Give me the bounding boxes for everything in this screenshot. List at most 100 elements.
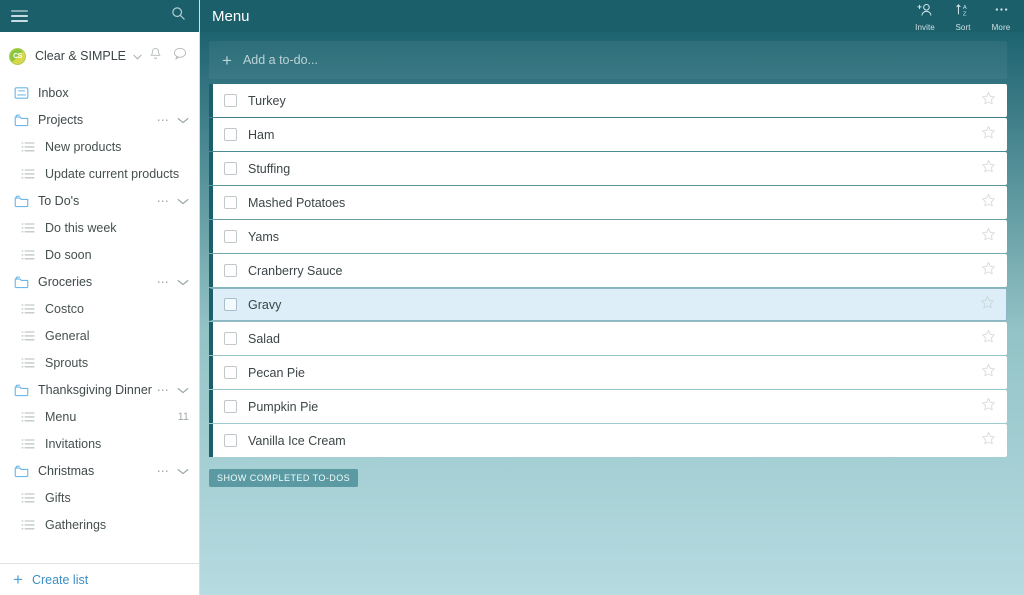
star-icon[interactable] [981,329,996,349]
star-icon[interactable] [981,227,996,247]
sidebar-item-gatherings[interactable]: Gatherings [0,511,199,538]
todo-row[interactable]: Gravy [209,288,1007,321]
show-completed-section: SHOW COMPLETED TO-DOS [200,458,1024,487]
sidebar-item-costco[interactable]: Costco [0,295,199,322]
todo-checkbox[interactable] [224,128,237,141]
folder-icon [13,382,29,398]
account-switcher[interactable]: CS Clear & SIMPLE [0,41,199,71]
sidebar-item-label: Sprouts [45,355,89,370]
ellipsis-icon[interactable]: ⋯ [157,195,170,207]
ellipsis-icon[interactable]: ⋯ [157,276,170,288]
sidebar-item-general[interactable]: General [0,322,199,349]
add-person-icon [916,3,934,22]
list-icon [20,517,36,533]
sidebar-item-gifts[interactable]: Gifts [0,484,199,511]
ellipsis-icon[interactable]: ⋯ [157,114,170,126]
sidebar-item-invitations[interactable]: Invitations [0,430,199,457]
sidebar-header [0,0,199,32]
todo-row[interactable]: Mashed Potatoes [209,186,1007,219]
sidebar: CS Clear & SIMPLE Inbox Projects ⋯ New p… [0,0,200,595]
todo-checkbox[interactable] [224,196,237,209]
star-icon[interactable] [981,125,996,145]
sidebar-item-label: Gatherings [45,517,107,532]
sidebar-item-menu[interactable]: Menu 11 [0,403,199,430]
sidebar-item-sprouts[interactable]: Sprouts [0,349,199,376]
sort-button[interactable]: AZ Sort [944,1,982,32]
main-panel: Menu Invite AZ Sort More + Add a to-do..… [200,0,1024,595]
star-icon[interactable] [981,363,996,383]
invite-button[interactable]: Invite [906,1,944,32]
star-icon[interactable] [981,159,996,179]
chevron-down-icon[interactable] [177,111,189,129]
create-list-button[interactable]: + Create list [0,563,199,595]
todo-row[interactable]: Cranberry Sauce [209,254,1007,287]
avatar: CS [9,47,26,65]
todo-row[interactable]: Turkey [209,84,1007,117]
sidebar-item-inbox[interactable]: Inbox [0,79,199,106]
sidebar-item-label: General [45,328,90,343]
chat-bubble-icon[interactable] [173,47,187,65]
todo-checkbox[interactable] [224,162,237,175]
more-label: More [991,22,1011,32]
todo-row[interactable]: Pumpkin Pie [209,390,1007,423]
sidebar-item-label: Update current products [45,166,180,181]
todo-label: Stuffing [248,161,291,176]
hamburger-icon[interactable] [11,10,28,22]
folder-icon [13,463,29,479]
sidebar-item-label: Do this week [45,220,117,235]
ellipsis-icon[interactable]: ⋯ [157,465,170,477]
sidebar-item-new-products[interactable]: New products [0,133,199,160]
todo-checkbox[interactable] [224,434,237,447]
todo-row[interactable]: Yams [209,220,1007,253]
add-todo-section: + Add a to-do... [200,32,1024,79]
sidebar-item-label: Do soon [45,247,92,262]
sidebar-group-groceries[interactable]: Groceries ⋯ [0,268,199,295]
sidebar-group-christmas[interactable]: Christmas ⋯ [0,457,199,484]
sidebar-item-do-this-week[interactable]: Do this week [0,214,199,241]
chevron-down-icon[interactable] [177,462,189,480]
todo-checkbox[interactable] [224,366,237,379]
star-icon[interactable] [981,431,996,451]
sidebar-item-update-current-products[interactable]: Update current products [0,160,199,187]
star-icon[interactable] [981,261,996,281]
star-icon[interactable] [980,295,995,315]
sidebar-group-label: Projects [38,112,84,127]
sidebar-group-thanksgiving-dinner[interactable]: Thanksgiving Dinner ⋯ [0,376,199,403]
todo-checkbox[interactable] [224,230,237,243]
sidebar-group-projects[interactable]: Projects ⋯ [0,106,199,133]
chevron-down-icon[interactable] [133,47,142,65]
todo-checkbox[interactable] [224,298,237,311]
todo-checkbox[interactable] [224,264,237,277]
bell-icon[interactable] [149,47,162,66]
sidebar-item-label: Costco [45,301,84,316]
ellipsis-icon[interactable]: ⋯ [157,384,170,396]
chevron-down-icon[interactable] [177,381,189,399]
list-icon [20,301,36,317]
chevron-down-icon[interactable] [177,192,189,210]
star-icon[interactable] [981,193,996,213]
todo-row[interactable]: Stuffing [209,152,1007,185]
list-icon [20,355,36,371]
todo-row[interactable]: Vanilla Ice Cream [209,424,1007,457]
plus-icon: + [222,50,232,70]
todo-checkbox[interactable] [224,332,237,345]
search-icon[interactable] [171,6,186,26]
todo-row[interactable]: Salad [209,322,1007,355]
add-todo-input[interactable]: + Add a to-do... [209,41,1007,79]
star-icon[interactable] [981,91,996,111]
show-completed-button[interactable]: SHOW COMPLETED TO-DOS [209,469,359,487]
todo-checkbox[interactable] [224,94,237,107]
todo-label: Vanilla Ice Cream [248,433,346,448]
sidebar-item-do-soon[interactable]: Do soon [0,241,199,268]
todo-label: Salad [248,331,280,346]
todo-row[interactable]: Ham [209,118,1007,151]
todo-label: Yams [248,229,280,244]
sidebar-group-to-do-s[interactable]: To Do's ⋯ [0,187,199,214]
sort-label: Sort [955,22,971,32]
chevron-down-icon[interactable] [177,273,189,291]
todo-checkbox[interactable] [224,400,237,413]
todo-row[interactable]: Pecan Pie [209,356,1007,389]
more-button[interactable]: More [982,1,1020,32]
todo-list: Turkey Ham Stuffing Mashed Potatoes Yams Cran… [200,79,1024,458]
star-icon[interactable] [981,397,996,417]
